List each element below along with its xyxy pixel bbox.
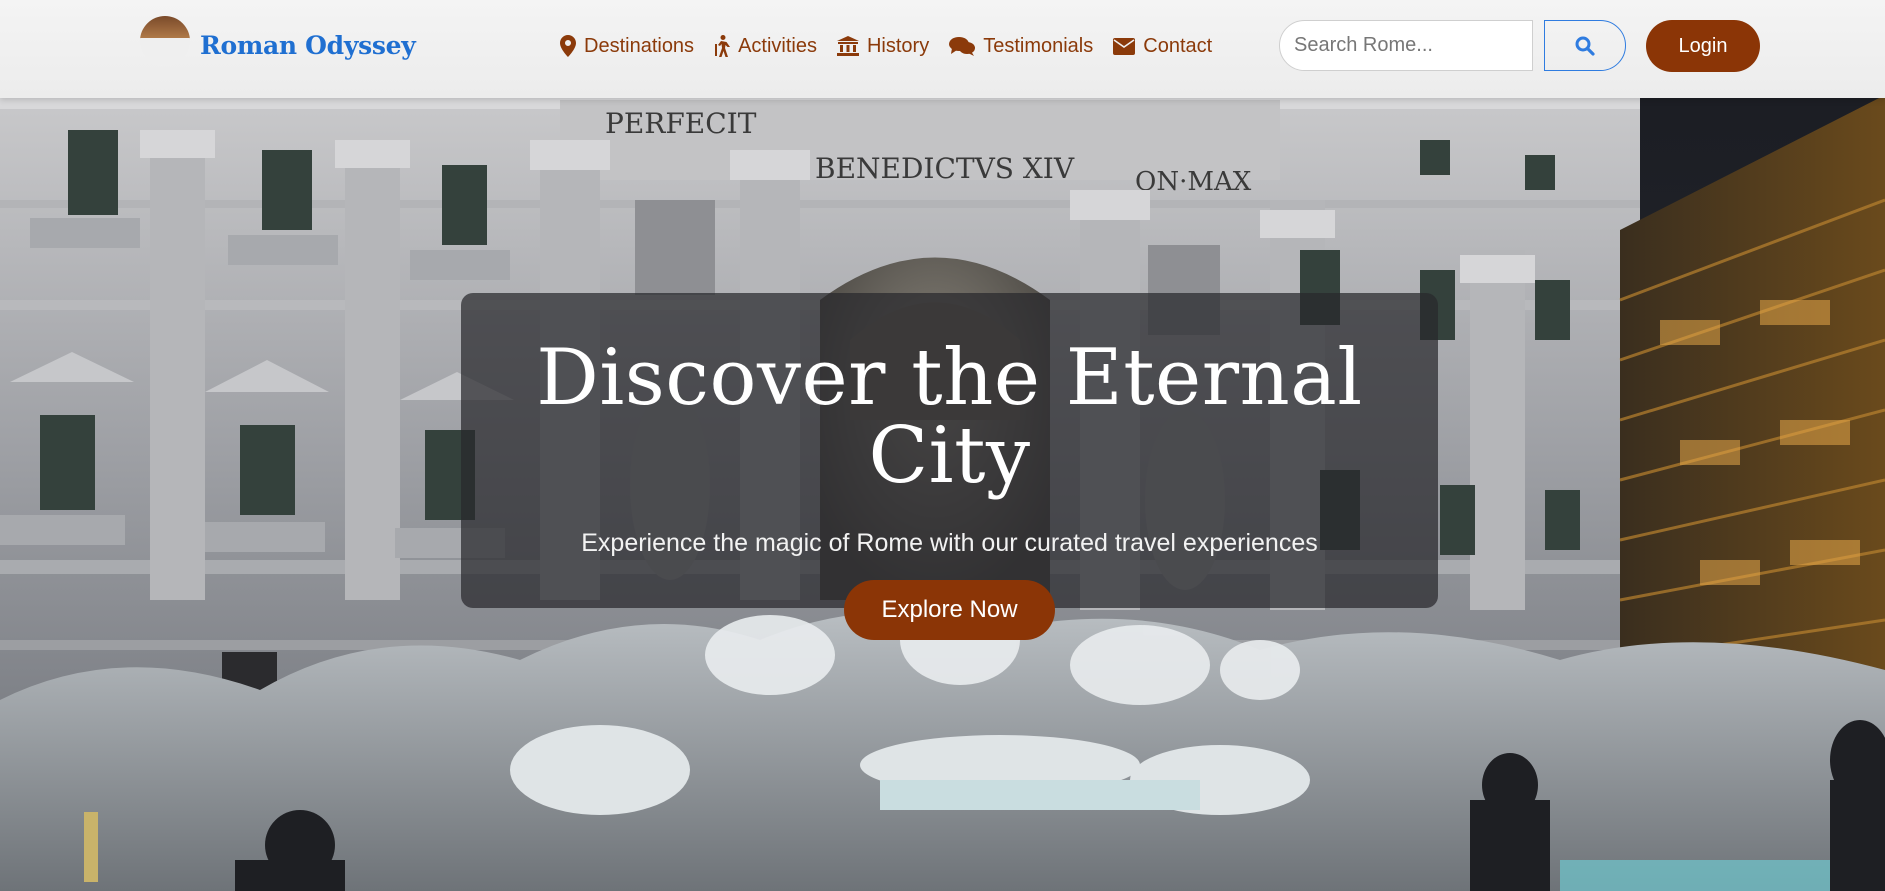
hiking-icon	[715, 35, 731, 57]
inscription-perfecit: PERFECIT	[605, 107, 757, 140]
login-button[interactable]: Login	[1646, 20, 1760, 72]
search-button[interactable]	[1544, 20, 1626, 71]
nav-item-activities[interactable]: Activities	[714, 35, 817, 58]
explore-now-button[interactable]: Explore Now	[844, 580, 1055, 640]
hero-subtitle: Experience the magic of Rome with our cu…	[581, 529, 1318, 557]
nav-links: Destinations Activities History Testimon…	[560, 28, 1212, 64]
hero-card: Discover the Eternal City Experience the…	[461, 293, 1438, 640]
brand-logo	[140, 16, 190, 66]
nav-item-label: Contact	[1143, 34, 1213, 57]
hero-title: Discover the Eternal City	[536, 333, 1363, 501]
landmark-icon	[836, 36, 859, 56]
envelope-icon	[1113, 37, 1136, 55]
nav-item-label: Testimonials	[983, 34, 1094, 57]
comments-icon	[949, 37, 976, 56]
search-icon	[1575, 36, 1595, 56]
brand-name: Roman Odyssey	[200, 30, 416, 60]
nav-item-label: Activities	[738, 34, 817, 57]
nav-item-testimonials[interactable]: Testimonials	[949, 35, 1093, 58]
nav-item-label: Destinations	[584, 34, 695, 57]
nav-item-contact[interactable]: Contact	[1113, 35, 1212, 58]
inscription-benedictus: BENEDICTVS XIV	[815, 152, 1075, 185]
navbar: Roman Odyssey Destinations Activities Hi…	[0, 0, 1885, 98]
search-input[interactable]	[1279, 20, 1533, 71]
nav-item-destinations[interactable]: Destinations	[560, 35, 694, 58]
nav-item-label: History	[866, 34, 930, 57]
map-pin-icon	[560, 35, 576, 57]
brand[interactable]: Roman Odyssey	[140, 16, 416, 70]
nav-item-history[interactable]: History	[836, 34, 930, 58]
inscription-pon-max: ON·MAX	[1135, 167, 1252, 197]
